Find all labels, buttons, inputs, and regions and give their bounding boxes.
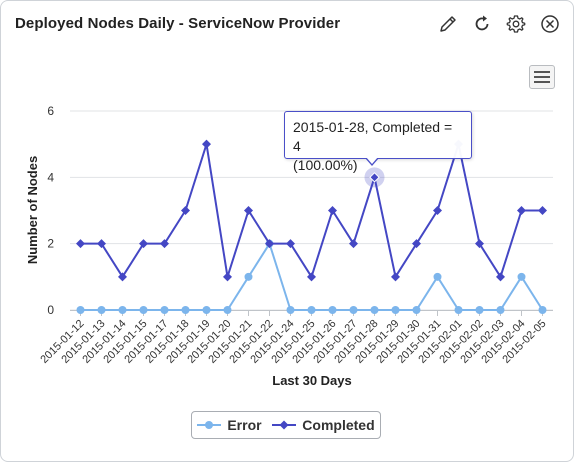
- legend-error-marker: [197, 421, 222, 429]
- error-point[interactable]: [475, 306, 484, 314]
- legend-item-completed[interactable]: Completed: [272, 417, 375, 433]
- y-tick-label: 0: [47, 303, 54, 317]
- legend-error-label: Error: [227, 417, 262, 433]
- completed-point[interactable]: [76, 239, 85, 249]
- error-point[interactable]: [391, 306, 400, 314]
- x-axis: 2015-01-122015-01-132015-01-142015-01-15…: [38, 310, 553, 366]
- completed-point[interactable]: [202, 139, 211, 149]
- error-point[interactable]: [412, 306, 421, 314]
- error-point[interactable]: [244, 272, 253, 281]
- completed-point[interactable]: [538, 206, 547, 215]
- tooltip-arrow-inner: [366, 157, 378, 164]
- error-point[interactable]: [202, 306, 211, 314]
- error-point[interactable]: [139, 306, 148, 314]
- data-tooltip: 2015-01-28, Completed = 4 (100.00%): [284, 111, 472, 173]
- y-tick-label: 2: [47, 237, 54, 251]
- completed-point[interactable]: [223, 272, 232, 282]
- y-tick-label: 4: [47, 170, 54, 184]
- error-point[interactable]: [538, 306, 547, 314]
- tooltip-line-1: 2015-01-28, Completed = 4: [293, 119, 453, 154]
- legend-completed-marker: [272, 420, 297, 430]
- completed-point[interactable]: [517, 206, 526, 215]
- error-point[interactable]: [160, 306, 169, 314]
- error-point[interactable]: [328, 306, 337, 314]
- error-point[interactable]: [223, 306, 232, 314]
- error-point[interactable]: [118, 306, 127, 314]
- error-point[interactable]: [496, 306, 505, 314]
- error-point[interactable]: [454, 306, 463, 314]
- error-point[interactable]: [286, 306, 295, 314]
- error-point[interactable]: [517, 272, 526, 281]
- error-point[interactable]: [433, 272, 442, 281]
- error-point[interactable]: [349, 306, 358, 314]
- error-point[interactable]: [97, 306, 106, 314]
- line-chart: 0 2 4 6 2015-01-122015-01-132015-01-142015-…: [25, 104, 553, 388]
- legend-completed-label: Completed: [302, 417, 375, 433]
- chart-widget: Deployed Nodes Daily - ServiceNow Provid…: [0, 0, 574, 462]
- error-point[interactable]: [181, 306, 190, 314]
- error-point[interactable]: [307, 306, 316, 314]
- y-tick-label: 6: [47, 104, 54, 118]
- chart-legend: Error Completed: [191, 411, 381, 439]
- error-point[interactable]: [370, 306, 379, 314]
- error-point[interactable]: [76, 306, 85, 314]
- y-axis-label: Number of Nodes: [25, 156, 40, 264]
- y-axis: 0 2 4 6: [47, 104, 54, 317]
- legend-item-error[interactable]: Error: [197, 417, 262, 433]
- x-axis-label: Last 30 Days: [272, 373, 352, 388]
